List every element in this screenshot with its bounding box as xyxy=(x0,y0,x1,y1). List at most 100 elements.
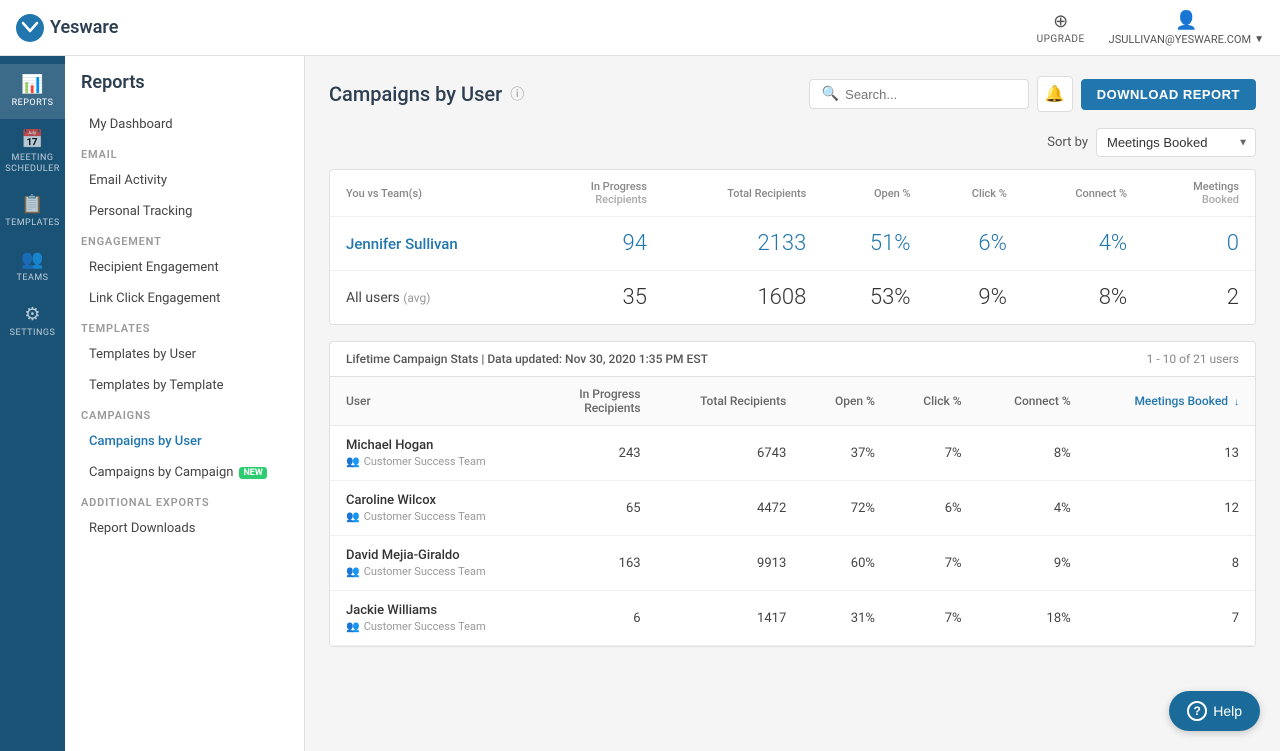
chevron-down-icon: ▼ xyxy=(1254,34,1264,45)
search-input[interactable] xyxy=(845,87,1016,102)
nav-item-link-click-engagement[interactable]: Link Click Engagement xyxy=(65,283,304,314)
data-table: User In ProgressRecipients Total Recipie… xyxy=(330,377,1255,646)
nav-section-additional-exports: ADDITIONAL EXPORTS xyxy=(65,488,304,513)
search-box[interactable]: 🔍 xyxy=(809,79,1029,109)
teams-icon: 👥 xyxy=(21,249,43,270)
data-card-title: Lifetime Campaign Stats | Data updated: … xyxy=(346,352,708,366)
nav-item-personal-tracking[interactable]: Personal Tracking xyxy=(65,196,304,227)
table-row: Jackie Williams 👥 Customer Success Team … xyxy=(330,591,1255,646)
notification-icon: 🔔 xyxy=(1045,84,1065,104)
user-cell: Jackie Williams 👥 Customer Success Team xyxy=(330,591,542,646)
nav-item-campaigns-by-campaign[interactable]: Campaigns by Campaign NEW xyxy=(65,457,304,488)
user-cell: Michael Hogan 👥 Customer Success Team xyxy=(330,426,542,481)
page-title: Campaigns by User xyxy=(329,82,502,106)
nav-item-templates-by-template[interactable]: Templates by Template xyxy=(65,370,304,401)
search-icon: 🔍 xyxy=(822,86,839,102)
col-header-connect-pct: Connect % xyxy=(1023,170,1143,217)
col-header-meetings: MeetingsBooked xyxy=(1143,170,1255,217)
table-row: David Mejia-Giraldo 👥 Customer Success T… xyxy=(330,536,1255,591)
dashboard-label: My Dashboard xyxy=(89,117,173,132)
user-cell: Caroline Wilcox 👥 Customer Success Team xyxy=(330,481,542,536)
nav-item-email-activity[interactable]: Email Activity xyxy=(65,165,304,196)
sidebar-item-settings[interactable]: ⚙ SETTINGS xyxy=(0,294,65,349)
table-row: Michael Hogan 👥 Customer Success Team 24… xyxy=(330,426,1255,481)
settings-label: SETTINGS xyxy=(10,328,56,339)
stats-table: You vs Team(s) In ProgressRecipients Tot… xyxy=(330,170,1255,324)
data-col-in-progress: In ProgressRecipients xyxy=(542,377,657,426)
sidebar-icons: 📊 REPORTS 📅 MEETING SCHEDULER 📋 TEMPLATE… xyxy=(0,56,65,751)
calendar-icon: 📅 xyxy=(21,129,43,150)
team-icon: 👥 xyxy=(346,455,360,468)
stats-card: You vs Team(s) In ProgressRecipients Tot… xyxy=(329,169,1256,325)
data-col-total-recipients: Total Recipients xyxy=(657,377,803,426)
help-icon: ? xyxy=(1187,701,1207,721)
stats-row-user: Jennifer Sullivan 94 2133 51% 6% 4% 0 xyxy=(330,217,1255,271)
upgrade-icon: ⊕ xyxy=(1053,11,1068,32)
user-email: JSULLIVAN@YESWARE.COM xyxy=(1109,33,1251,46)
upgrade-button[interactable]: ⊕ UPGRADE xyxy=(1037,11,1085,45)
sidebar-item-reports[interactable]: 📊 REPORTS xyxy=(0,64,65,119)
user-name-link[interactable]: Jennifer Sullivan xyxy=(346,235,458,253)
data-col-open-pct: Open % xyxy=(802,377,891,426)
page-header: Campaigns by User ⓘ 🔍 🔔 DOWNLOAD REPORT xyxy=(329,76,1256,112)
user-cell: David Mejia-Giraldo 👥 Customer Success T… xyxy=(330,536,542,591)
data-col-connect-pct: Connect % xyxy=(978,377,1087,426)
nav-item-report-downloads[interactable]: Report Downloads xyxy=(65,513,304,544)
team-icon: 👥 xyxy=(346,565,360,578)
data-card: Lifetime Campaign Stats | Data updated: … xyxy=(329,341,1256,647)
new-badge: NEW xyxy=(239,467,266,479)
sort-label: Sort by xyxy=(1047,135,1088,150)
all-users-label: All users (avg) xyxy=(346,290,430,306)
reports-label: REPORTS xyxy=(12,98,54,109)
col-header-click-pct: Click % xyxy=(927,170,1023,217)
col-header-open-pct: Open % xyxy=(822,170,926,217)
nav-item-recipient-engagement[interactable]: Recipient Engagement xyxy=(65,252,304,283)
sort-select-wrapper: Meetings Booked Open % Click % Connect %… xyxy=(1096,128,1256,157)
templates-icon: 📋 xyxy=(21,194,43,215)
nav-section-campaigns: CAMPAIGNS xyxy=(65,401,304,426)
table-row: Caroline Wilcox 👥 Customer Success Team … xyxy=(330,481,1255,536)
sort-row: Sort by Meetings Booked Open % Click % C… xyxy=(329,128,1256,157)
help-label: Help xyxy=(1213,703,1242,719)
pagination-text: 1 - 10 of 21 users xyxy=(1147,352,1239,366)
col-header-in-progress: In ProgressRecipients xyxy=(536,170,663,217)
notification-button[interactable]: 🔔 xyxy=(1037,76,1073,112)
teams-label: TEAMS xyxy=(16,273,48,284)
data-col-click-pct: Click % xyxy=(891,377,978,426)
help-button[interactable]: ? Help xyxy=(1169,691,1260,731)
logo-icon xyxy=(16,14,44,42)
logo-text: Yesware xyxy=(50,17,118,38)
user-menu[interactable]: 👤 JSULLIVAN@YESWARE.COM ▼ xyxy=(1109,10,1264,46)
sidebar-item-meeting-scheduler[interactable]: 📅 MEETING SCHEDULER xyxy=(0,119,65,185)
team-icon: 👥 xyxy=(346,620,360,633)
user-icon: 👤 xyxy=(1175,10,1197,31)
left-nav-title: Reports xyxy=(65,72,304,109)
data-col-meetings-booked[interactable]: Meetings Booked ↓ xyxy=(1087,377,1255,426)
col-header-total-recipients: Total Recipients xyxy=(663,170,822,217)
main-content: Campaigns by User ⓘ 🔍 🔔 DOWNLOAD REPORT … xyxy=(305,56,1280,751)
sidebar-item-teams[interactable]: 👥 TEAMS xyxy=(0,239,65,294)
reports-icon: 📊 xyxy=(21,74,43,95)
nav-section-email: EMAIL xyxy=(65,140,304,165)
nav-item-templates-by-user[interactable]: Templates by User xyxy=(65,339,304,370)
data-col-user: User xyxy=(330,377,542,426)
info-icon[interactable]: ⓘ xyxy=(510,84,524,104)
sidebar-item-templates[interactable]: 📋 TEMPLATES xyxy=(0,184,65,239)
top-navigation: Yesware ⊕ UPGRADE 👤 JSULLIVAN@YESWARE.CO… xyxy=(0,0,1280,56)
col-header-user: You vs Team(s) xyxy=(330,170,536,217)
left-navigation: Reports My Dashboard EMAIL Email Activit… xyxy=(65,56,305,751)
settings-icon: ⚙ xyxy=(24,304,40,325)
upgrade-label: UPGRADE xyxy=(1037,34,1085,45)
meeting-scheduler-label: MEETING SCHEDULER xyxy=(5,153,59,175)
team-icon: 👥 xyxy=(346,510,360,523)
yesware-logo[interactable]: Yesware xyxy=(16,14,118,42)
data-card-header: Lifetime Campaign Stats | Data updated: … xyxy=(330,342,1255,377)
nav-item-my-dashboard[interactable]: My Dashboard xyxy=(65,109,304,140)
templates-label: TEMPLATES xyxy=(5,218,60,229)
stats-row-all-users: All users (avg) 35 1608 53% 9% 8% 2 xyxy=(330,271,1255,325)
sort-select[interactable]: Meetings Booked Open % Click % Connect %… xyxy=(1096,128,1256,157)
nav-section-engagement: ENGAGEMENT xyxy=(65,227,304,252)
download-report-button[interactable]: DOWNLOAD REPORT xyxy=(1081,79,1256,110)
nav-item-campaigns-by-user[interactable]: Campaigns by User xyxy=(65,426,304,457)
nav-section-templates: TEMPLATES xyxy=(65,314,304,339)
